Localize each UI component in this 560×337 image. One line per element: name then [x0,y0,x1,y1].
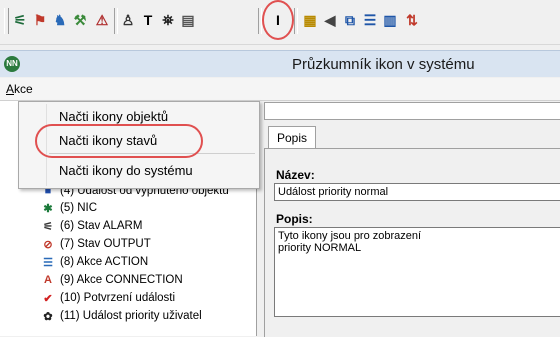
tree-item-icon: A [44,274,52,286]
tree-item-label: (5) NIC [60,202,98,214]
name-field[interactable]: Událost priority normal [274,183,560,201]
tree-item-label: (11) Událost priority uživatel [60,310,202,322]
sort-icon[interactable]: ⇅ [402,9,422,31]
tree-item[interactable]: ☰ (8) Akce ACTION [40,253,148,271]
tree-item-label: (9) Akce CONNECTION [60,274,183,286]
menu-bar: Akce [0,78,560,101]
users-icon[interactable]: ♞ [50,9,70,31]
document-icon[interactable]: ▤ [178,9,198,31]
tools-icon[interactable]: ⚒ [70,9,90,31]
menu-akce[interactable]: Akce [6,82,33,96]
flag-icon[interactable]: ⚑ [30,9,50,31]
tree-item-label: (7) Stav OUTPUT [60,238,151,250]
tree-item[interactable]: A (9) Akce CONNECTION [40,271,183,289]
menu-item-load-system-icons[interactable]: Načti ikony do systému [19,160,259,182]
binoculars-icon[interactable]: ⛯ [158,9,178,31]
tree-item-icon: ⊘ [43,238,53,251]
app-icon: NN [4,56,20,72]
tree-item-icon: ☰ [43,256,53,269]
tree-item-icon: ✔ [43,292,53,305]
user-text-icon[interactable]: ♙ [118,9,138,31]
graph-icon[interactable]: ▦ [300,9,320,31]
tree-item-icon: ✿ [43,310,53,323]
text-icon[interactable]: T [138,9,158,31]
tab-popis[interactable]: Popis [268,126,316,149]
tree-item[interactable]: ⊘ (7) Stav OUTPUT [40,235,151,253]
description-line-2: priority NORMAL [278,242,362,254]
window-title-bar: NN Průzkumník ikon v systému [0,50,560,77]
horizontal-split-icon[interactable]: ☰ [360,9,380,31]
tree-item-label: (6) Stav ALARM [60,220,143,232]
vertical-split-icon[interactable]: ▥ [380,9,400,31]
tree-item-label: (8) Akce ACTION [60,256,149,268]
description-field[interactable]: Tyto ikony jsou pro zobrazení priority N… [274,227,560,317]
connect-icon[interactable]: ⚟ [10,9,30,31]
tree-item[interactable]: ✔ (10) Potvrzení události [40,289,175,307]
toolbar: ⚟ ⚑ ♞ ⚒ ⚠ ♙ T ⛯ ▤ I ▦ ◀ ⧉ ☰ ▥ ⇅ [0,0,560,45]
top-field [264,102,560,120]
toolbar-grip[interactable] [4,8,9,34]
akce-dropdown-menu: Načti ikony objektů Načti ikony stavů Na… [18,101,260,189]
highlight-circle [262,0,294,40]
description-line-1: Tyto ikony jsou pro zobrazení [278,230,422,242]
tree-item[interactable]: ⚟ (6) Stav ALARM [40,217,142,235]
tree-item-icon: ⚟ [43,220,53,233]
tree-item[interactable]: ✿ (11) Událost priority uživatel [40,307,202,325]
window-title: Průzkumník ikon v systému [292,56,475,73]
toolbar-separator [294,8,298,34]
name-label: Název: [276,168,315,182]
tree-item[interactable]: ✱ (5) NIC [40,199,97,217]
tree-item-icon: ✱ [43,202,53,215]
windows-icon[interactable]: ⧉ [340,9,360,31]
alarm-icon[interactable]: ⚠ [92,9,112,31]
highlight-circle-menu [35,124,203,158]
tree-item-label: (10) Potvrzení události [60,292,176,304]
description-label: Popis: [276,212,313,226]
sound-icon[interactable]: ◀ [320,9,340,31]
